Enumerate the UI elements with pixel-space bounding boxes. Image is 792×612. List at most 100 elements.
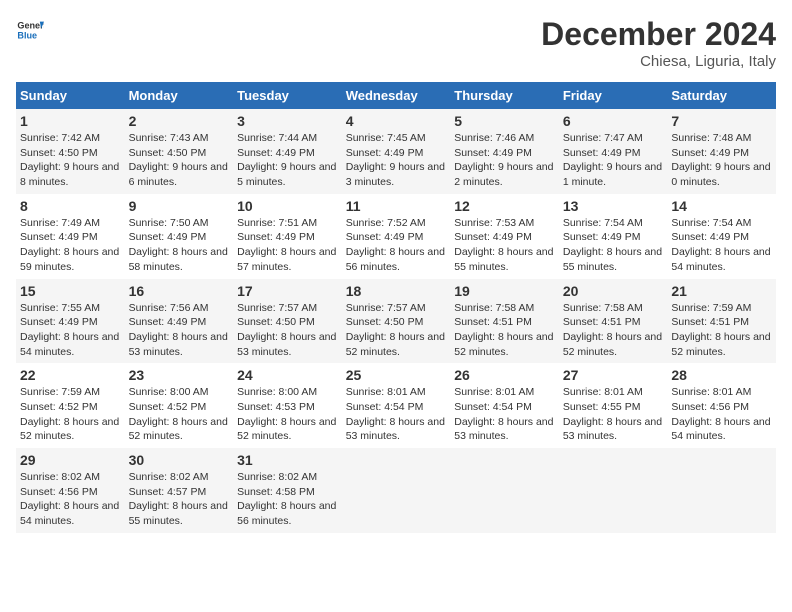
day-detail: Sunrise: 7:47 AMSunset: 4:49 PMDaylight:…: [563, 132, 662, 188]
day-detail: Sunrise: 8:02 AMSunset: 4:58 PMDaylight:…: [237, 471, 336, 527]
day-header-tuesday: Tuesday: [233, 82, 342, 109]
day-detail: Sunrise: 7:51 AMSunset: 4:49 PMDaylight:…: [237, 217, 336, 273]
day-detail: Sunrise: 7:54 AMSunset: 4:49 PMDaylight:…: [563, 217, 662, 273]
day-detail: Sunrise: 7:42 AMSunset: 4:50 PMDaylight:…: [20, 132, 119, 188]
day-header-thursday: Thursday: [450, 82, 559, 109]
calendar-cell: 24 Sunrise: 8:00 AMSunset: 4:53 PMDaylig…: [233, 363, 342, 448]
day-detail: Sunrise: 8:02 AMSunset: 4:57 PMDaylight:…: [129, 471, 228, 527]
day-detail: Sunrise: 7:43 AMSunset: 4:50 PMDaylight:…: [129, 132, 228, 188]
calendar-cell: 3 Sunrise: 7:44 AMSunset: 4:49 PMDayligh…: [233, 109, 342, 194]
day-number: 18: [346, 283, 447, 299]
day-detail: Sunrise: 8:01 AMSunset: 4:55 PMDaylight:…: [563, 386, 662, 442]
day-number: 19: [454, 283, 555, 299]
calendar-cell: [559, 448, 668, 533]
day-number: 30: [129, 452, 230, 468]
day-number: 14: [671, 198, 772, 214]
day-number: 29: [20, 452, 121, 468]
calendar-cell: [342, 448, 451, 533]
calendar-cell: 18 Sunrise: 7:57 AMSunset: 4:50 PMDaylig…: [342, 279, 451, 364]
page-header: General Blue December 2024 Chiesa, Ligur…: [16, 16, 776, 70]
calendar-cell: 22 Sunrise: 7:59 AMSunset: 4:52 PMDaylig…: [16, 363, 125, 448]
calendar-cell: 19 Sunrise: 7:58 AMSunset: 4:51 PMDaylig…: [450, 279, 559, 364]
page-title: December 2024: [541, 16, 776, 53]
calendar-cell: 23 Sunrise: 8:00 AMSunset: 4:52 PMDaylig…: [125, 363, 234, 448]
calendar-cell: 8 Sunrise: 7:49 AMSunset: 4:49 PMDayligh…: [16, 194, 125, 279]
day-number: 27: [563, 367, 664, 383]
day-detail: Sunrise: 8:01 AMSunset: 4:54 PMDaylight:…: [454, 386, 553, 442]
day-header-monday: Monday: [125, 82, 234, 109]
calendar-cell: 28 Sunrise: 8:01 AMSunset: 4:56 PMDaylig…: [667, 363, 776, 448]
day-number: 12: [454, 198, 555, 214]
day-number: 22: [20, 367, 121, 383]
calendar-header-row: SundayMondayTuesdayWednesdayThursdayFrid…: [16, 82, 776, 109]
calendar-cell: 20 Sunrise: 7:58 AMSunset: 4:51 PMDaylig…: [559, 279, 668, 364]
calendar-cell: 17 Sunrise: 7:57 AMSunset: 4:50 PMDaylig…: [233, 279, 342, 364]
day-number: 4: [346, 113, 447, 129]
calendar-week-row: 8 Sunrise: 7:49 AMSunset: 4:49 PMDayligh…: [16, 194, 776, 279]
calendar-cell: 30 Sunrise: 8:02 AMSunset: 4:57 PMDaylig…: [125, 448, 234, 533]
day-number: 24: [237, 367, 338, 383]
day-number: 6: [563, 113, 664, 129]
calendar-week-row: 22 Sunrise: 7:59 AMSunset: 4:52 PMDaylig…: [16, 363, 776, 448]
logo-icon: General Blue: [16, 16, 44, 44]
day-number: 31: [237, 452, 338, 468]
day-detail: Sunrise: 7:57 AMSunset: 4:50 PMDaylight:…: [346, 302, 445, 358]
day-detail: Sunrise: 7:58 AMSunset: 4:51 PMDaylight:…: [454, 302, 553, 358]
calendar-week-row: 29 Sunrise: 8:02 AMSunset: 4:56 PMDaylig…: [16, 448, 776, 533]
calendar-cell: 29 Sunrise: 8:02 AMSunset: 4:56 PMDaylig…: [16, 448, 125, 533]
calendar-cell: [450, 448, 559, 533]
day-detail: Sunrise: 7:52 AMSunset: 4:49 PMDaylight:…: [346, 217, 445, 273]
day-number: 26: [454, 367, 555, 383]
day-number: 5: [454, 113, 555, 129]
calendar-cell: 6 Sunrise: 7:47 AMSunset: 4:49 PMDayligh…: [559, 109, 668, 194]
day-detail: Sunrise: 8:00 AMSunset: 4:52 PMDaylight:…: [129, 386, 228, 442]
calendar-cell: 14 Sunrise: 7:54 AMSunset: 4:49 PMDaylig…: [667, 194, 776, 279]
day-header-saturday: Saturday: [667, 82, 776, 109]
day-header-wednesday: Wednesday: [342, 82, 451, 109]
day-detail: Sunrise: 7:57 AMSunset: 4:50 PMDaylight:…: [237, 302, 336, 358]
day-detail: Sunrise: 7:50 AMSunset: 4:49 PMDaylight:…: [129, 217, 228, 273]
day-number: 23: [129, 367, 230, 383]
day-number: 17: [237, 283, 338, 299]
day-number: 21: [671, 283, 772, 299]
day-number: 15: [20, 283, 121, 299]
day-number: 16: [129, 283, 230, 299]
day-header-sunday: Sunday: [16, 82, 125, 109]
day-detail: Sunrise: 7:58 AMSunset: 4:51 PMDaylight:…: [563, 302, 662, 358]
day-detail: Sunrise: 7:49 AMSunset: 4:49 PMDaylight:…: [20, 217, 119, 273]
day-number: 20: [563, 283, 664, 299]
day-detail: Sunrise: 7:53 AMSunset: 4:49 PMDaylight:…: [454, 217, 553, 273]
calendar-cell: 7 Sunrise: 7:48 AMSunset: 4:49 PMDayligh…: [667, 109, 776, 194]
logo: General Blue: [16, 16, 44, 44]
day-number: 10: [237, 198, 338, 214]
calendar-cell: 11 Sunrise: 7:52 AMSunset: 4:49 PMDaylig…: [342, 194, 451, 279]
calendar-cell: [667, 448, 776, 533]
calendar-cell: 1 Sunrise: 7:42 AMSunset: 4:50 PMDayligh…: [16, 109, 125, 194]
day-number: 2: [129, 113, 230, 129]
calendar-cell: 12 Sunrise: 7:53 AMSunset: 4:49 PMDaylig…: [450, 194, 559, 279]
day-number: 9: [129, 198, 230, 214]
day-number: 8: [20, 198, 121, 214]
day-number: 13: [563, 198, 664, 214]
calendar-week-row: 15 Sunrise: 7:55 AMSunset: 4:49 PMDaylig…: [16, 279, 776, 364]
day-number: 11: [346, 198, 447, 214]
day-header-friday: Friday: [559, 82, 668, 109]
day-number: 7: [671, 113, 772, 129]
svg-text:Blue: Blue: [17, 30, 37, 40]
day-detail: Sunrise: 7:55 AMSunset: 4:49 PMDaylight:…: [20, 302, 119, 358]
day-number: 3: [237, 113, 338, 129]
calendar-cell: 10 Sunrise: 7:51 AMSunset: 4:49 PMDaylig…: [233, 194, 342, 279]
calendar-cell: 21 Sunrise: 7:59 AMSunset: 4:51 PMDaylig…: [667, 279, 776, 364]
calendar-cell: 26 Sunrise: 8:01 AMSunset: 4:54 PMDaylig…: [450, 363, 559, 448]
day-detail: Sunrise: 7:59 AMSunset: 4:51 PMDaylight:…: [671, 302, 770, 358]
calendar-table: SundayMondayTuesdayWednesdayThursdayFrid…: [16, 82, 776, 533]
calendar-cell: 31 Sunrise: 8:02 AMSunset: 4:58 PMDaylig…: [233, 448, 342, 533]
day-detail: Sunrise: 7:44 AMSunset: 4:49 PMDaylight:…: [237, 132, 336, 188]
calendar-cell: 2 Sunrise: 7:43 AMSunset: 4:50 PMDayligh…: [125, 109, 234, 194]
day-number: 1: [20, 113, 121, 129]
calendar-cell: 27 Sunrise: 8:01 AMSunset: 4:55 PMDaylig…: [559, 363, 668, 448]
day-detail: Sunrise: 8:01 AMSunset: 4:56 PMDaylight:…: [671, 386, 770, 442]
day-detail: Sunrise: 7:54 AMSunset: 4:49 PMDaylight:…: [671, 217, 770, 273]
day-detail: Sunrise: 7:48 AMSunset: 4:49 PMDaylight:…: [671, 132, 770, 188]
day-detail: Sunrise: 8:01 AMSunset: 4:54 PMDaylight:…: [346, 386, 445, 442]
